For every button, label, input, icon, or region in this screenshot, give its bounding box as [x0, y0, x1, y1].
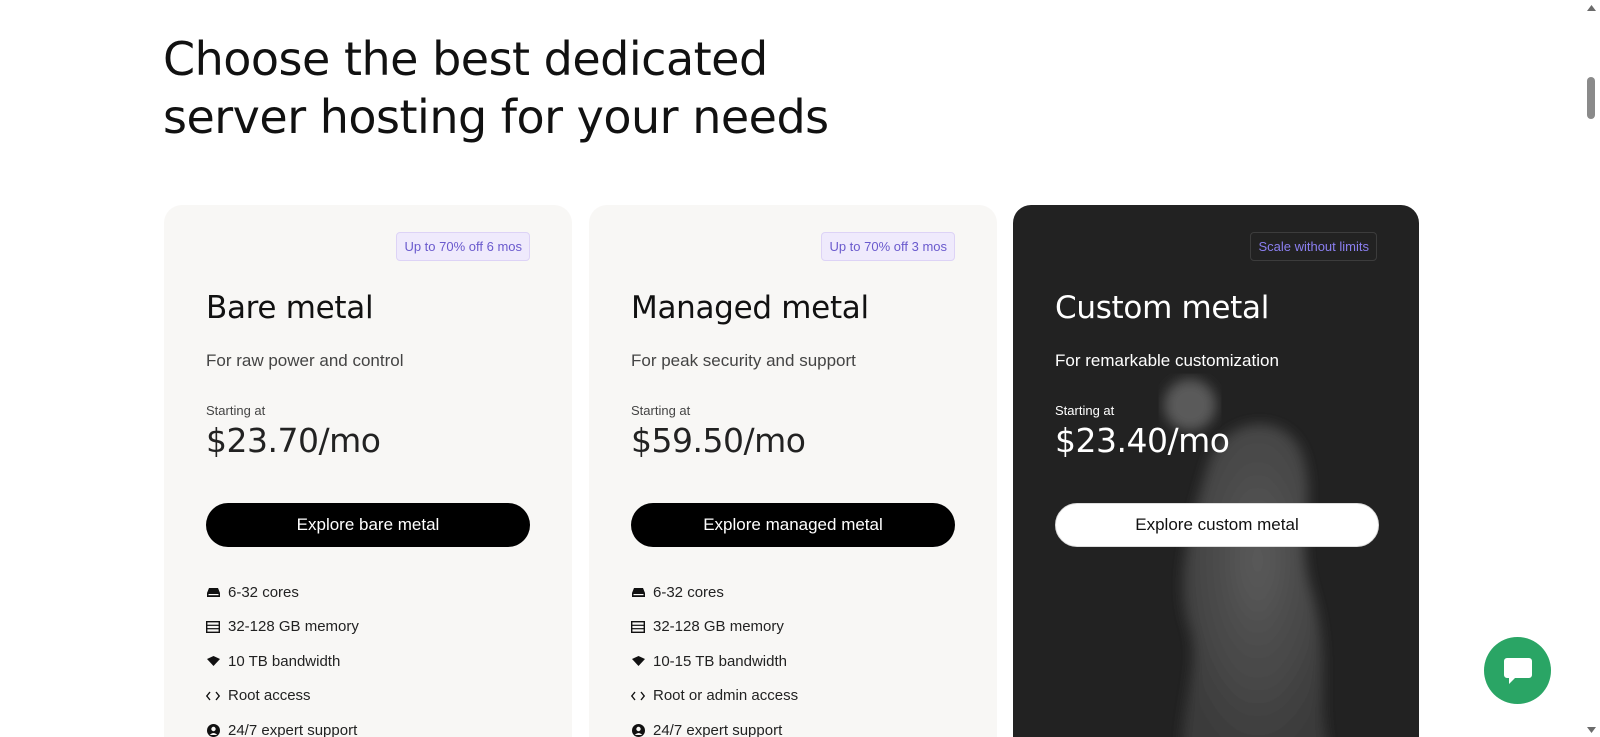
feature-text: 6-32 cores — [653, 583, 724, 601]
scroll-up-arrow-icon[interactable] — [1583, 0, 1600, 15]
promo-badge: Up to 70% off 6 mos — [396, 232, 530, 261]
plan-card-custom-metal: Scale without limits Custom metal For re… — [1013, 205, 1419, 737]
memory-icon — [631, 620, 645, 634]
starting-at-label: Starting at — [206, 403, 266, 418]
plan-card-bare-metal: Up to 70% off 6 mos Bare metal For raw p… — [164, 205, 572, 737]
bandwidth-icon — [631, 654, 645, 668]
scrollbar-thumb[interactable] — [1587, 77, 1595, 119]
feature-item: 10 TB bandwidth — [206, 644, 359, 679]
promo-badge: Up to 70% off 3 mos — [821, 232, 955, 261]
feature-text: Root access — [228, 687, 311, 705]
pricing-page: Choose the best dedicated server hosting… — [0, 0, 1583, 737]
feature-list: 6-32 cores 32-128 GB memory 10-15 TB ban… — [631, 575, 798, 737]
cpu-icon — [206, 585, 220, 599]
feature-item: 6-32 cores — [631, 575, 798, 610]
feature-text: 10-15 TB bandwidth — [653, 652, 787, 670]
feature-text: 32-128 GB memory — [228, 618, 359, 636]
feature-text: Root or admin access — [653, 687, 799, 705]
starting-at-label: Starting at — [1055, 403, 1115, 418]
code-icon — [206, 689, 220, 703]
feature-text: 6-32 cores — [228, 583, 299, 601]
feature-list: 6-32 cores 32-128 GB memory 10 TB bandwi… — [206, 575, 359, 737]
plan-subtitle: For peak security and support — [631, 351, 856, 370]
chat-button[interactable] — [1484, 637, 1551, 704]
feature-item: 6-32 cores — [206, 575, 359, 610]
plan-price: $23.40/mo — [1055, 421, 1230, 460]
plan-title: Managed metal — [631, 290, 869, 326]
code-icon — [631, 689, 645, 703]
explore-bare-metal-button[interactable]: Explore bare metal — [206, 503, 530, 547]
memory-icon — [206, 620, 220, 634]
vertical-scrollbar[interactable] — [1583, 0, 1600, 737]
plan-price: $23.70/mo — [206, 421, 381, 460]
plan-title: Bare metal — [206, 290, 374, 326]
feature-item: 32-128 GB memory — [206, 610, 359, 645]
plan-subtitle: For remarkable customization — [1055, 351, 1279, 370]
scroll-down-arrow-icon[interactable] — [1583, 722, 1600, 737]
feature-item: 10-15 TB bandwidth — [631, 644, 798, 679]
feature-item: 24/7 expert support — [206, 713, 359, 737]
bandwidth-icon — [206, 654, 220, 668]
promo-badge: Scale without limits — [1250, 232, 1377, 261]
user-icon — [206, 723, 220, 737]
feature-text: 24/7 expert support — [228, 721, 358, 737]
explore-managed-metal-button[interactable]: Explore managed metal — [631, 503, 955, 547]
plan-subtitle: For raw power and control — [206, 351, 404, 370]
cpu-icon — [631, 585, 645, 599]
feature-text: 32-128 GB memory — [653, 618, 784, 636]
feature-item: Root or admin access — [631, 679, 798, 714]
feature-item: Root access — [206, 679, 359, 714]
starting-at-label: Starting at — [631, 403, 691, 418]
feature-text: 10 TB bandwidth — [228, 652, 341, 670]
plan-title: Custom metal — [1055, 290, 1270, 326]
feature-item: 32-128 GB memory — [631, 610, 798, 645]
feature-item: 24/7 expert support — [631, 713, 798, 737]
plan-card-managed-metal: Up to 70% off 3 mos Managed metal For pe… — [589, 205, 997, 737]
explore-custom-metal-button[interactable]: Explore custom metal — [1055, 503, 1379, 547]
user-icon — [631, 723, 645, 737]
page-title: Choose the best dedicated server hosting… — [163, 32, 829, 144]
decorative-blob — [1164, 379, 1327, 737]
chat-bubble-icon — [1503, 657, 1532, 684]
feature-text: 24/7 expert support — [653, 721, 783, 737]
plan-price: $59.50/mo — [631, 421, 806, 460]
